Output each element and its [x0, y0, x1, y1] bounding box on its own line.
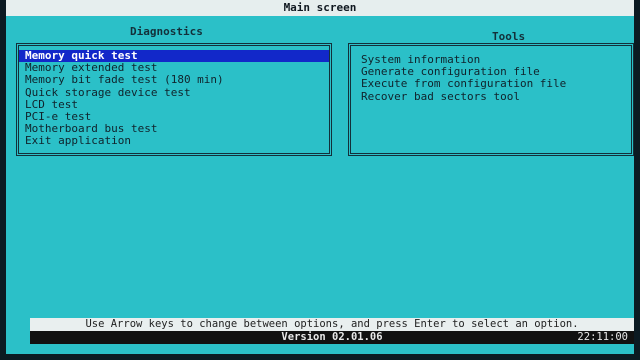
menu-item-quick-storage-test[interactable]: Quick storage device test: [19, 86, 329, 99]
diagnostics-panel: Memory quick test Memory extended test M…: [16, 43, 332, 156]
status-bar: Version 02.01.06 22:11:00: [30, 331, 634, 344]
bios-screen: Main screen Diagnostics Memory quick tes…: [6, 0, 634, 354]
help-hint: Use Arrow keys to change between options…: [85, 318, 579, 330]
menu-item-execute-config[interactable]: Execute from configuration file: [355, 78, 631, 90]
menu-item-memory-bit-fade-test[interactable]: Memory bit fade test (180 min): [19, 74, 329, 86]
tools-title: Tools: [492, 30, 526, 43]
menu-item-recover-bad-sectors[interactable]: Recover bad sectors tool: [355, 90, 631, 103]
version-label: Version 02.01.06: [281, 331, 383, 343]
diagnostics-menu: Memory quick test Memory extended test M…: [19, 49, 329, 148]
clock: 22:11:00: [577, 331, 628, 343]
tools-menu: System information Generate configuratio…: [351, 53, 631, 103]
menu-item-exit-application[interactable]: Exit application: [19, 135, 329, 147]
footer: Use Arrow keys to change between options…: [30, 318, 634, 344]
diagnostics-title: Diagnostics: [130, 25, 203, 38]
tools-panel: System information Generate configuratio…: [348, 43, 634, 156]
window-title: Main screen: [6, 0, 634, 16]
